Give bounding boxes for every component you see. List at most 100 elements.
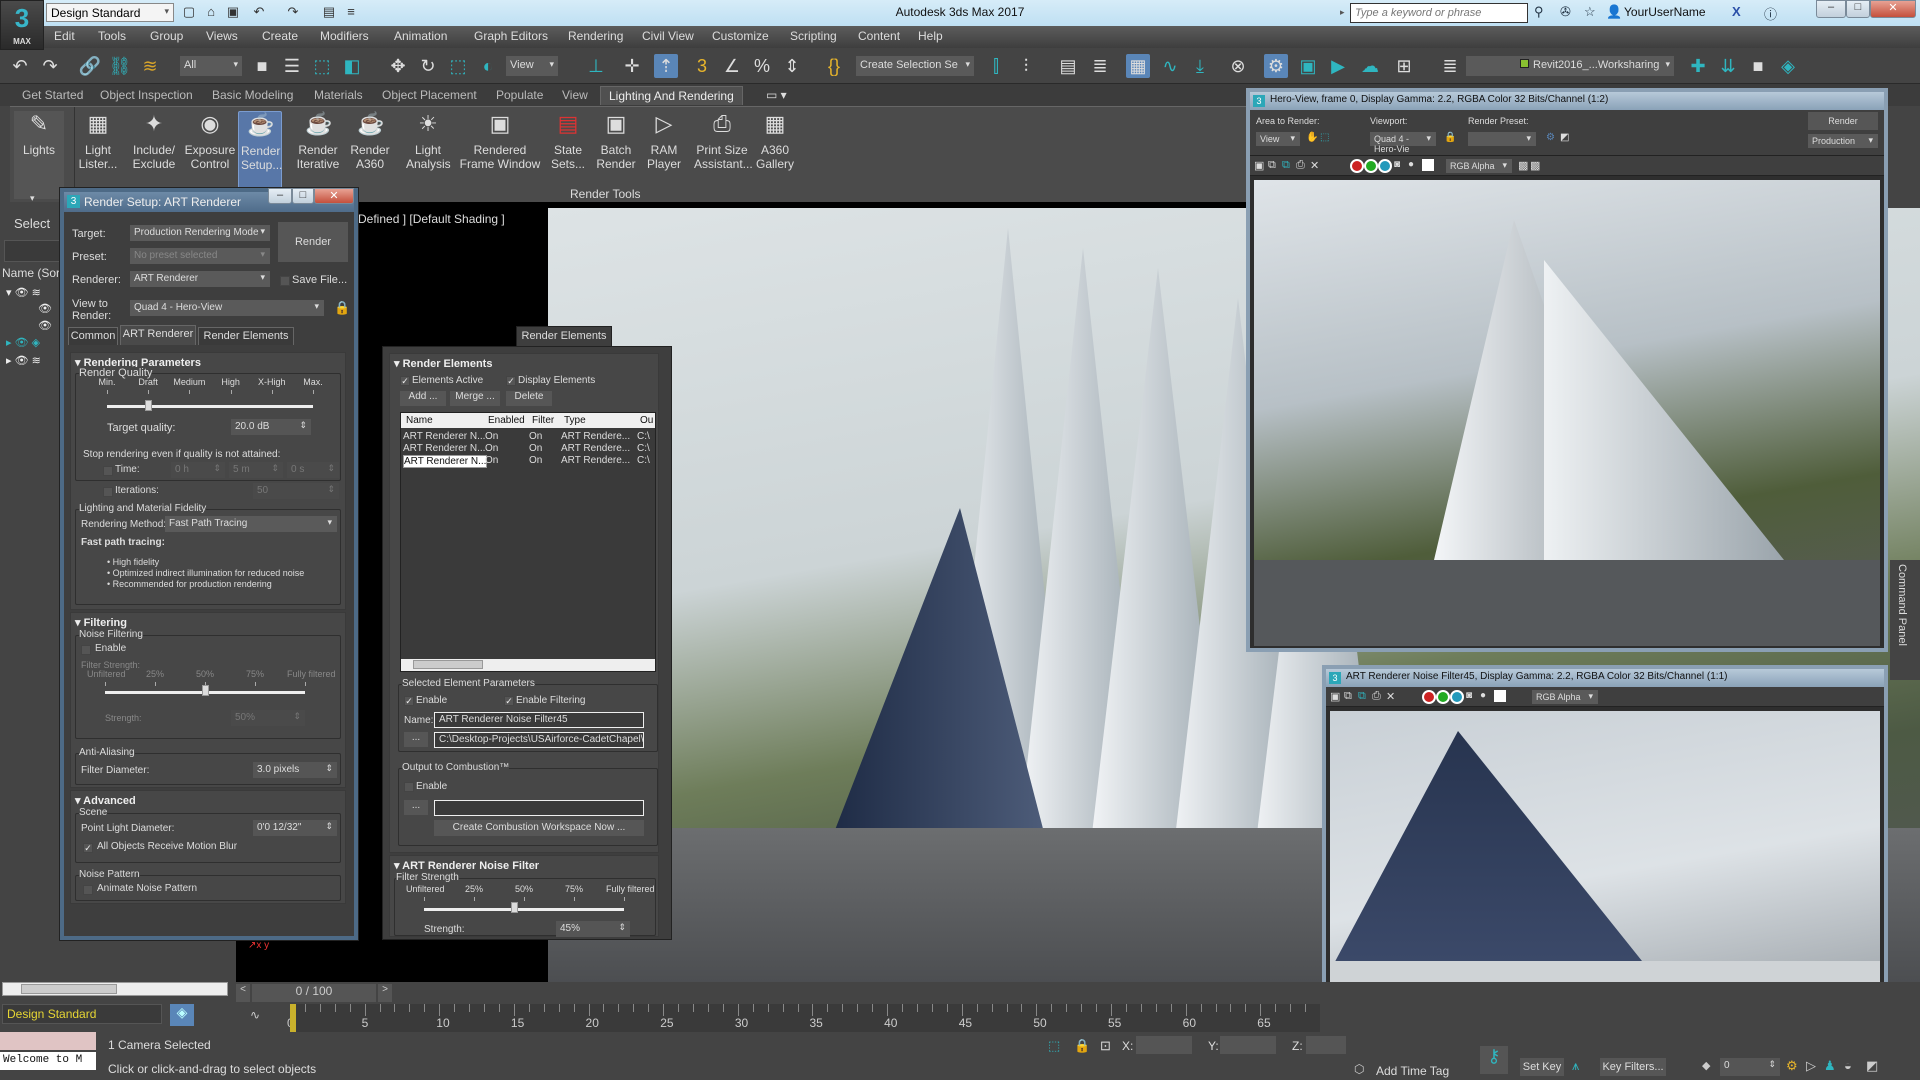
time-config-icon[interactable]: ⚙ bbox=[1786, 1058, 1798, 1074]
table-h-scrollbar[interactable] bbox=[401, 659, 655, 671]
percent-snap-icon[interactable]: % bbox=[750, 54, 774, 78]
advanced-header[interactable]: ▾ Advanced bbox=[75, 794, 136, 807]
set-key-mode-icon[interactable]: ⚷ bbox=[1480, 1046, 1508, 1074]
curve-editor-icon[interactable]: ∿ bbox=[1158, 54, 1182, 78]
ribbon-button-render-a360[interactable]: ☕ Render A360 bbox=[348, 111, 392, 191]
x-coord-input[interactable] bbox=[1136, 1036, 1192, 1054]
explorer-h-scrollbar[interactable] bbox=[2, 982, 228, 996]
menu-group[interactable]: Group bbox=[150, 29, 183, 43]
ribbon-button-light-lister[interactable]: ▦ Light Lister... bbox=[76, 111, 120, 191]
combustion-path-input[interactable] bbox=[434, 800, 644, 816]
motion-blur-checkbox[interactable]: ✓ bbox=[83, 843, 93, 853]
ribbon-button-a360-gallery[interactable]: ▦ A360 Gallery bbox=[752, 111, 798, 191]
render-setup-toolbar-icon[interactable]: ⚙ bbox=[1264, 54, 1288, 78]
maxscript-listener-top[interactable] bbox=[0, 1032, 96, 1050]
element-name-input[interactable]: ART Renderer Noise Filter45 bbox=[434, 712, 644, 728]
print-icon[interactable]: ⎙ bbox=[1296, 159, 1305, 172]
close-button[interactable]: ✕ bbox=[1870, 0, 1916, 18]
place-icon[interactable]: ◐ bbox=[476, 54, 500, 78]
merge-element-button[interactable]: Merge ... bbox=[450, 391, 500, 406]
key-filters-button[interactable]: Key Filters... bbox=[1600, 1058, 1666, 1076]
menu-help[interactable]: Help bbox=[918, 29, 943, 43]
schematic-view-icon[interactable]: ⤓ bbox=[1188, 54, 1212, 78]
blue-channel-toggle[interactable] bbox=[1378, 159, 1392, 173]
filter-diameter-spinner[interactable]: 3.0 pixels bbox=[253, 762, 337, 778]
set-current-layer-icon[interactable]: ◈ bbox=[1776, 54, 1800, 78]
red-channel-toggle[interactable] bbox=[1350, 159, 1364, 173]
link-icon[interactable]: 🔗 bbox=[78, 54, 102, 78]
enable-filtering-checkbox[interactable]: ✓ bbox=[504, 696, 514, 706]
viewport-layout-icon[interactable]: ⊞ bbox=[1392, 54, 1416, 78]
absolute-mode-icon[interactable]: ⊡ bbox=[1100, 1038, 1111, 1054]
fw-lock-icon[interactable]: 🔒 bbox=[1444, 132, 1456, 143]
save-file-browse-button[interactable]: ... bbox=[338, 274, 347, 286]
lights-button[interactable]: ✎ Lights bbox=[14, 111, 64, 199]
username-menu[interactable]: YourUserName bbox=[1624, 5, 1706, 19]
red-channel-toggle[interactable] bbox=[1422, 690, 1436, 704]
layer-dropdown[interactable]: Revit2016_...Worksharing bbox=[1466, 56, 1674, 76]
target-quality-spinner[interactable]: 20.0 dB bbox=[231, 419, 311, 435]
maxscript-listener-input[interactable]: Welcome to M bbox=[0, 1052, 96, 1070]
copy-image-icon[interactable]: ⧉ bbox=[1268, 159, 1276, 172]
time-slider[interactable]: 0 / 100 bbox=[252, 984, 376, 1002]
re-strength-slider-thumb[interactable] bbox=[511, 902, 518, 913]
tree-row[interactable]: 👁 bbox=[38, 302, 52, 315]
clear-icon[interactable]: ✕ bbox=[1310, 159, 1319, 172]
time-minutes-spinner[interactable]: 5 m bbox=[229, 462, 283, 478]
table-row[interactable]: ART Renderer N... On On ART Rendere... C:\ bbox=[401, 455, 655, 468]
save-image-icon[interactable]: ▣ bbox=[1330, 690, 1340, 703]
rect-selection-icon[interactable]: ⬚ bbox=[310, 54, 334, 78]
re-strength-spinner[interactable]: 45% bbox=[556, 921, 630, 937]
green-channel-toggle[interactable] bbox=[1436, 690, 1450, 704]
clone-window-icon[interactable]: ⧉ bbox=[1282, 159, 1290, 172]
combustion-enable-checkbox[interactable] bbox=[404, 782, 414, 792]
fw-preset-dropdown[interactable] bbox=[1468, 132, 1536, 146]
select-object-icon[interactable]: ■ bbox=[250, 54, 274, 78]
layer-explorer-toggle-icon[interactable]: ◈ bbox=[170, 1004, 194, 1026]
key-tangent-icon[interactable]: ⩚ bbox=[1572, 1058, 1579, 1074]
point-light-spinner[interactable]: 0'0 12/32" bbox=[253, 820, 337, 836]
fw1-channel-dropdown[interactable]: RGB Alpha bbox=[1446, 159, 1512, 173]
bind-space-warp-icon[interactable]: ≋ bbox=[138, 54, 162, 78]
menu-civil-view[interactable]: Civil View bbox=[642, 29, 694, 43]
selection-filter-dropdown[interactable]: All bbox=[180, 56, 242, 76]
quality-slider-track[interactable] bbox=[107, 405, 313, 408]
ribbon-tab-lighting-and-rendering[interactable]: Lighting And Rendering bbox=[600, 86, 743, 105]
current-frame-spinner[interactable]: 0 bbox=[1720, 1058, 1780, 1076]
noise-enable-checkbox[interactable] bbox=[81, 645, 91, 655]
tree-row[interactable]: ▸ 👁 ≋ bbox=[6, 354, 41, 367]
tab-common[interactable]: Common bbox=[68, 327, 118, 345]
element-enable-checkbox[interactable]: ✓ bbox=[404, 696, 414, 706]
orbit-icon[interactable]: ▷ bbox=[1806, 1058, 1816, 1074]
auto-region-icon[interactable]: ⬚ bbox=[1320, 132, 1329, 143]
walk-through-icon[interactable]: ♟ bbox=[1824, 1058, 1836, 1074]
lock-icon[interactable]: 🔒 bbox=[334, 300, 350, 316]
fw2-channel-dropdown[interactable]: RGB Alpha bbox=[1532, 690, 1598, 704]
rotate-icon[interactable]: ↻ bbox=[416, 54, 440, 78]
viewport-label[interactable]: Defined ] [Default Shading ] bbox=[358, 212, 505, 226]
target-dropdown[interactable]: Production Rendering Mode bbox=[130, 225, 270, 241]
save-image-icon[interactable]: ▣ bbox=[1254, 159, 1264, 172]
iterations-checkbox[interactable] bbox=[103, 487, 113, 497]
mirror-icon[interactable]: ⫿ bbox=[984, 54, 1008, 78]
exchange-icon[interactable]: X bbox=[1732, 4, 1741, 19]
fw-production-dropdown[interactable]: Production bbox=[1808, 134, 1878, 148]
y-coord-input[interactable] bbox=[1220, 1036, 1276, 1054]
explorer-workspace-dropdown[interactable]: Design Standard bbox=[2, 1004, 162, 1024]
time-slider-marker[interactable] bbox=[290, 1004, 296, 1032]
fw1-title-bar[interactable]: 3 Hero-View, frame 0, Display Gamma: 2.2,… bbox=[1250, 92, 1884, 110]
swatch-color-box[interactable] bbox=[1422, 159, 1434, 171]
col-enabled[interactable]: Enabled bbox=[485, 413, 528, 428]
scene-search-input[interactable] bbox=[4, 240, 60, 262]
tab-art-renderer[interactable]: ART Renderer bbox=[120, 325, 196, 345]
fw1-rendered-image[interactable] bbox=[1254, 180, 1880, 646]
menu-animation[interactable]: Animation bbox=[394, 29, 447, 43]
col-name[interactable]: Name bbox=[403, 413, 436, 428]
angle-snap-icon[interactable]: ∠ bbox=[720, 54, 744, 78]
subscription-icon[interactable]: ✇ bbox=[1560, 4, 1571, 20]
re-strength-slider-track[interactable] bbox=[424, 908, 624, 911]
noise-filter-header[interactable]: ▾ ART Renderer Noise Filter bbox=[394, 859, 539, 872]
fw-render-button[interactable]: Render bbox=[1808, 112, 1878, 130]
blue-channel-toggle[interactable] bbox=[1450, 690, 1464, 704]
col-filter[interactable]: Filter bbox=[529, 413, 557, 428]
